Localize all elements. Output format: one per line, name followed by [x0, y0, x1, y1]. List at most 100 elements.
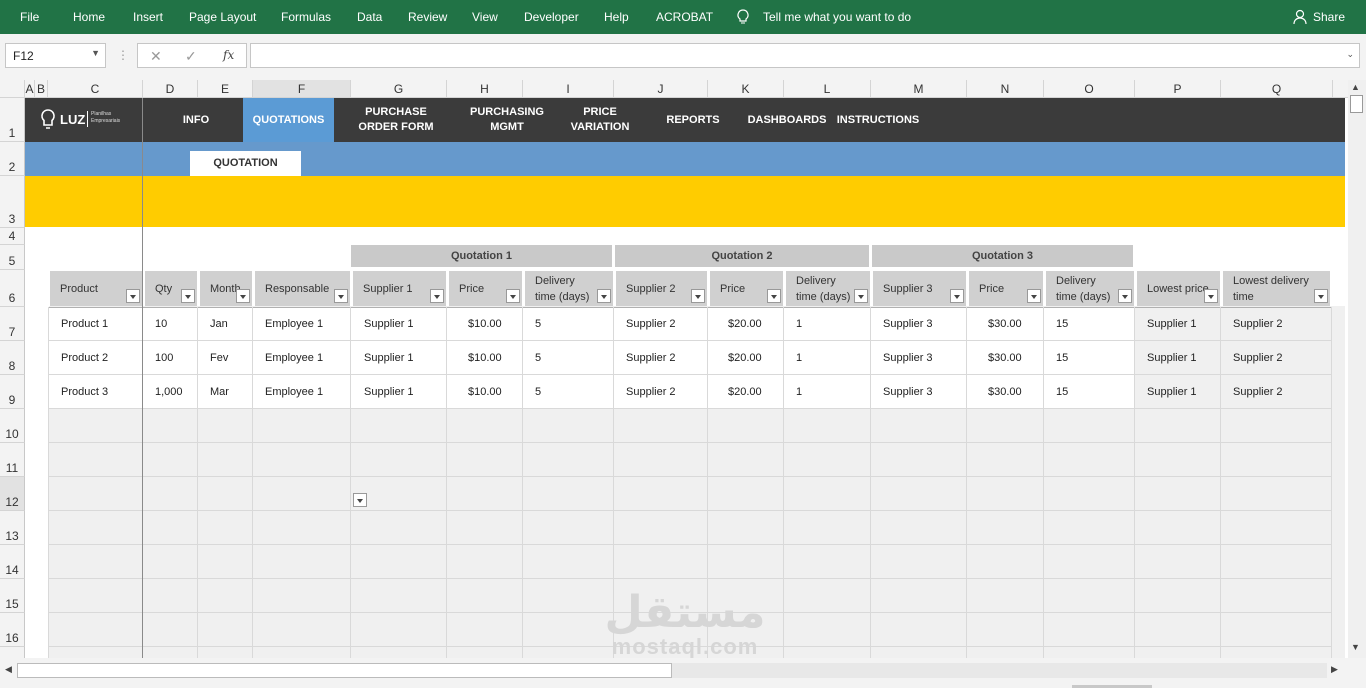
nav-purchase-order-form[interactable]: PURCHASE ORDER FORM	[344, 98, 448, 142]
cell-lowest-delivery[interactable]: Supplier 2	[1233, 318, 1283, 330]
row-header[interactable]: 15	[0, 579, 25, 613]
cell-delivery-1[interactable]: 5	[535, 352, 541, 364]
subtab-quotation[interactable]: QUOTATION	[190, 151, 301, 176]
tab-insert[interactable]: Insert	[133, 10, 163, 24]
scroll-right-icon[interactable]: ▶	[1331, 664, 1338, 675]
cell-supplier-2[interactable]: Supplier 2	[626, 386, 676, 398]
cell-price-2[interactable]: $20.00	[728, 352, 762, 364]
scroll-thumb[interactable]	[17, 663, 672, 678]
tab-data[interactable]: Data	[357, 10, 382, 24]
cell-supplier-2[interactable]: Supplier 2	[626, 318, 676, 330]
cell-delivery-2[interactable]: 1	[796, 318, 802, 330]
tab-home[interactable]: Home	[73, 10, 105, 24]
tab-view[interactable]: View	[472, 10, 498, 24]
header-supplier-3[interactable]: Supplier 3	[873, 271, 966, 306]
tab-formulas[interactable]: Formulas	[281, 10, 331, 24]
cell-price-1[interactable]: $10.00	[468, 352, 502, 364]
cell-supplier-1[interactable]: Supplier 1	[364, 352, 414, 364]
row-header[interactable]: 16	[0, 613, 25, 647]
row-header[interactable]: 8	[0, 341, 25, 375]
col-header[interactable]: M	[871, 80, 967, 98]
header-delivery-1[interactable]: Delivery time (days)	[525, 271, 613, 306]
cell-supplier-3[interactable]: Supplier 3	[883, 386, 933, 398]
cell-lowest-price[interactable]: Supplier 1	[1147, 352, 1197, 364]
cell-price-1[interactable]: $10.00	[468, 386, 502, 398]
filter-dropdown-icon[interactable]	[950, 289, 964, 303]
cell-delivery-1[interactable]: 5	[535, 386, 541, 398]
nav-quotations[interactable]: QUOTATIONS	[243, 98, 334, 142]
cell-lowest-delivery[interactable]: Supplier 2	[1233, 352, 1283, 364]
chevron-down-icon[interactable]: ⌄	[1346, 49, 1354, 60]
cell-price-3[interactable]: $30.00	[988, 352, 1022, 364]
scroll-left-icon[interactable]: ◀	[5, 664, 12, 675]
col-header[interactable]: O	[1044, 80, 1135, 98]
nav-price-variation[interactable]: PRICE VARIATION	[565, 98, 635, 142]
row-header[interactable]: 4	[0, 228, 25, 245]
header-responsable[interactable]: Responsable	[255, 271, 350, 306]
cell-qty[interactable]: 10	[155, 318, 167, 330]
horizontal-scrollbar[interactable]: ◀ ▶	[0, 658, 1366, 688]
col-header[interactable]: Q	[1221, 80, 1333, 98]
cell-dropdown-icon[interactable]	[353, 493, 367, 507]
cell-delivery-1[interactable]: 5	[535, 318, 541, 330]
header-delivery-3[interactable]: Delivery time (days)	[1046, 271, 1134, 306]
col-header[interactable]: F	[253, 80, 351, 98]
cancel-icon[interactable]: ✕	[150, 48, 162, 65]
tab-help[interactable]: Help	[604, 10, 629, 24]
col-header[interactable]: P	[1135, 80, 1221, 98]
header-price-3[interactable]: Price	[969, 271, 1043, 306]
header-supplier-2[interactable]: Supplier 2	[616, 271, 707, 306]
filter-dropdown-icon[interactable]	[691, 289, 705, 303]
chevron-down-icon[interactable]: ▼	[91, 48, 100, 58]
cell-supplier-1[interactable]: Supplier 1	[364, 318, 414, 330]
filter-dropdown-icon[interactable]	[1118, 289, 1132, 303]
nav-reports[interactable]: REPORTS	[660, 98, 726, 142]
scroll-thumb[interactable]	[1350, 95, 1363, 113]
cell-responsable[interactable]: Employee 1	[265, 386, 323, 398]
header-qty[interactable]: Qty	[145, 271, 197, 306]
header-product[interactable]: Product	[50, 271, 142, 306]
cell-delivery-3[interactable]: 15	[1056, 386, 1068, 398]
col-header[interactable]: E	[198, 80, 253, 98]
tell-me-search[interactable]: Tell me what you want to do	[763, 10, 911, 24]
cell-supplier-3[interactable]: Supplier 3	[883, 318, 933, 330]
worksheet[interactable]: A B C D E F G H I J K L M N O P Q 1 2 3 …	[0, 80, 1348, 658]
cell-lowest-price[interactable]: Supplier 1	[1147, 386, 1197, 398]
filter-dropdown-icon[interactable]	[597, 289, 611, 303]
col-header[interactable]: B	[35, 80, 48, 98]
nav-info[interactable]: INFO	[150, 98, 242, 142]
cell-product[interactable]: Product 3	[61, 386, 108, 398]
cell-month[interactable]: Jan	[210, 318, 228, 330]
cell-responsable[interactable]: Employee 1	[265, 352, 323, 364]
tab-review[interactable]: Review	[408, 10, 447, 24]
cell-lowest-delivery[interactable]: Supplier 2	[1233, 386, 1283, 398]
enter-icon[interactable]: ✓	[185, 48, 197, 65]
col-header[interactable]: N	[967, 80, 1044, 98]
row-header[interactable]: 2	[0, 142, 25, 176]
cell-responsable[interactable]: Employee 1	[265, 318, 323, 330]
row-header[interactable]: 14	[0, 545, 25, 579]
row-header[interactable]: 11	[0, 443, 25, 477]
cell-supplier-2[interactable]: Supplier 2	[626, 352, 676, 364]
col-header[interactable]: G	[351, 80, 447, 98]
col-header[interactable]: I	[523, 80, 614, 98]
cell-delivery-3[interactable]: 15	[1056, 352, 1068, 364]
scroll-down-icon[interactable]: ▼	[1351, 642, 1360, 652]
row-header[interactable]: 10	[0, 409, 25, 443]
scroll-up-icon[interactable]: ▲	[1351, 82, 1360, 92]
filter-dropdown-icon[interactable]	[1314, 289, 1328, 303]
name-box[interactable]: F12 ▼	[5, 43, 106, 68]
cell-month[interactable]: Mar	[210, 386, 229, 398]
cell-product[interactable]: Product 2	[61, 352, 108, 364]
nav-dashboards[interactable]: DASHBOARDS	[745, 98, 829, 142]
col-header[interactable]: L	[784, 80, 871, 98]
nav-instructions[interactable]: INSTRUCTIONS	[835, 98, 921, 142]
header-supplier-1[interactable]: Supplier 1	[353, 271, 446, 306]
filter-dropdown-icon[interactable]	[126, 289, 140, 303]
header-lowest-price[interactable]: Lowest price	[1137, 271, 1220, 306]
row-header[interactable]: 7	[0, 307, 25, 341]
vertical-scrollbar[interactable]: ▲ ▼	[1348, 80, 1366, 658]
filter-dropdown-icon[interactable]	[506, 289, 520, 303]
row-header[interactable]: 6	[0, 270, 25, 307]
cell-month[interactable]: Fev	[210, 352, 228, 364]
